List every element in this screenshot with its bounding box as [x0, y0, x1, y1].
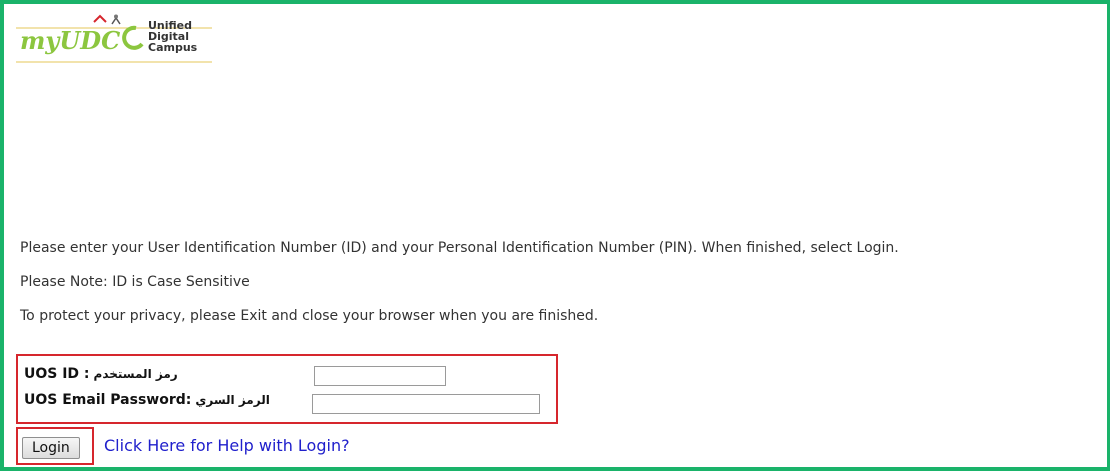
logo-tagline-3: Campus	[148, 41, 198, 54]
logo-wordmark: myUDC	[20, 26, 121, 55]
user-id-label-en: UOS ID :	[24, 366, 90, 382]
site-logo: myUDC Unified Digital Campus	[16, 14, 212, 66]
login-button-highlight: Login	[16, 427, 94, 465]
password-label-ar: الرمز السري	[195, 393, 270, 407]
login-button[interactable]: Login	[22, 437, 80, 459]
login-help-link[interactable]: Click Here for Help with Login?	[104, 436, 350, 455]
privacy-note: To protect your privacy, please Exit and…	[20, 308, 599, 324]
instruction-text: Please enter your User Identification Nu…	[20, 240, 899, 256]
case-sensitive-note: Please Note: ID is Case Sensitive	[20, 274, 250, 290]
user-id-label-ar: رمز المستخدم	[93, 367, 178, 381]
password-label: UOS Email Password: الرمز السري	[24, 392, 274, 408]
login-form: UOS ID : رمز المستخدم UOS Email Password:…	[16, 354, 558, 424]
user-id-label: UOS ID : رمز المستخدم	[24, 366, 182, 382]
page-frame: myUDC Unified Digital Campus Please ente…	[0, 0, 1110, 471]
password-input[interactable]	[312, 394, 540, 414]
logo-tagline: Unified Digital Campus	[148, 20, 197, 53]
user-id-input[interactable]	[314, 366, 446, 386]
password-label-en: UOS Email Password:	[24, 392, 192, 408]
